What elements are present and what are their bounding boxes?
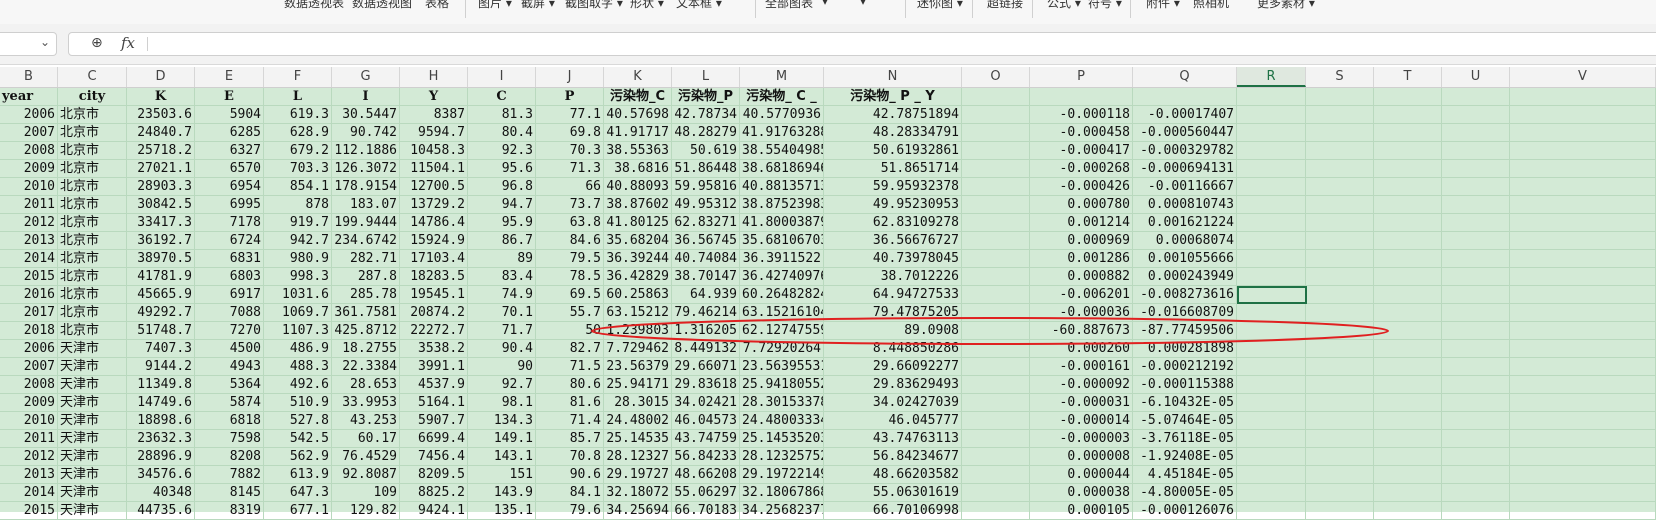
column-header-G[interactable]: G <box>332 67 400 87</box>
zoom-icon[interactable]: ⊕ <box>91 35 103 51</box>
ribbon-item[interactable]: 截屏 ▾ <box>521 0 555 11</box>
ribbon-item[interactable]: 超链接 <box>987 0 1023 11</box>
ribbon-item[interactable]: 迷你图 ▾ <box>917 0 963 11</box>
column-header-K[interactable]: K <box>604 67 672 87</box>
ribbon-item[interactable]: 数据透视图 <box>352 0 412 11</box>
column-header-M[interactable]: M <box>740 67 824 87</box>
column-header-H[interactable]: H <box>400 67 468 87</box>
ribbon-item[interactable]: 数据透视表 <box>284 0 344 11</box>
column-header-N[interactable]: N <box>824 67 962 87</box>
ribbon-item[interactable]: 图片 ▾ <box>478 0 512 11</box>
column-header-Q[interactable]: Q <box>1133 67 1237 87</box>
column-header-F[interactable]: F <box>264 67 332 87</box>
ribbon-item[interactable]: 公式 ▾ <box>1047 0 1081 11</box>
ribbon-separator <box>972 0 973 18</box>
ribbon-item[interactable]: 照相机 <box>1193 0 1229 11</box>
ribbon-toolbar: 数据透视表 数据透视图 表格 图片 ▾ 截屏 ▾ 截图取字 ▾ 形状 ▾ 文本框 ▾ 全部图表 ▾… <box>0 0 1656 25</box>
column-header-U[interactable]: U <box>1442 67 1510 87</box>
ribbon-item[interactable]: 符号 ▾ <box>1088 0 1122 11</box>
formula-bar: ⌄ ⊕ fx <box>0 24 1656 65</box>
column-header-V[interactable]: V <box>1510 67 1656 87</box>
ribbon-separator <box>1032 0 1033 18</box>
ribbon-item[interactable]: 更多素材 ▾ <box>1257 0 1315 11</box>
annotation-ellipse <box>591 317 1389 345</box>
column-header-D[interactable]: D <box>127 67 195 87</box>
chevron-down-icon[interactable]: ⌄ <box>40 35 50 49</box>
sheet-grid[interactable]: year city K E L I Y C P 污染物_C 污染物_P 污染物_ C _ 污染物_ P … <box>0 88 1656 520</box>
fx-icon[interactable]: fx <box>121 34 135 52</box>
column-header-B[interactable]: B <box>0 67 58 87</box>
ribbon-item[interactable]: 截图取字 ▾ <box>565 0 623 11</box>
column-header-I[interactable]: I <box>468 67 536 87</box>
ribbon-item[interactable]: 文本框 ▾ <box>676 0 722 11</box>
ribbon-item[interactable]: ▾ <box>860 0 866 8</box>
column-header-J[interactable]: J <box>536 67 604 87</box>
column-header-O[interactable]: O <box>962 67 1030 87</box>
formula-input[interactable]: ⊕ fx <box>68 32 1656 56</box>
ribbon-separator <box>1130 0 1131 18</box>
ribbon-item[interactable]: ▾ <box>822 0 828 8</box>
column-header-P[interactable]: P <box>1030 67 1133 87</box>
ribbon-separator <box>755 0 756 18</box>
ribbon-separator <box>905 0 906 18</box>
ribbon-item[interactable]: 形状 ▾ <box>630 0 664 11</box>
column-header-E[interactable]: E <box>195 67 264 87</box>
ribbon-item[interactable]: 表格 <box>425 0 449 11</box>
formula-divider <box>147 37 148 51</box>
ribbon-separator <box>465 0 466 18</box>
column-header-R[interactable]: R <box>1237 67 1306 87</box>
ribbon-item[interactable]: 全部图表 <box>765 0 813 11</box>
column-header-T[interactable]: T <box>1374 67 1442 87</box>
column-header-S[interactable]: S <box>1306 67 1374 87</box>
column-header-C[interactable]: C <box>58 67 127 87</box>
column-headers: BCDEFGHIJKLMNOPQRSTUV <box>0 67 1656 88</box>
name-box[interactable]: ⌄ <box>0 32 57 56</box>
ribbon-item[interactable]: 附件 ▾ <box>1146 0 1180 11</box>
column-header-L[interactable]: L <box>672 67 740 87</box>
annotation-ellipse-shape <box>591 317 1389 345</box>
